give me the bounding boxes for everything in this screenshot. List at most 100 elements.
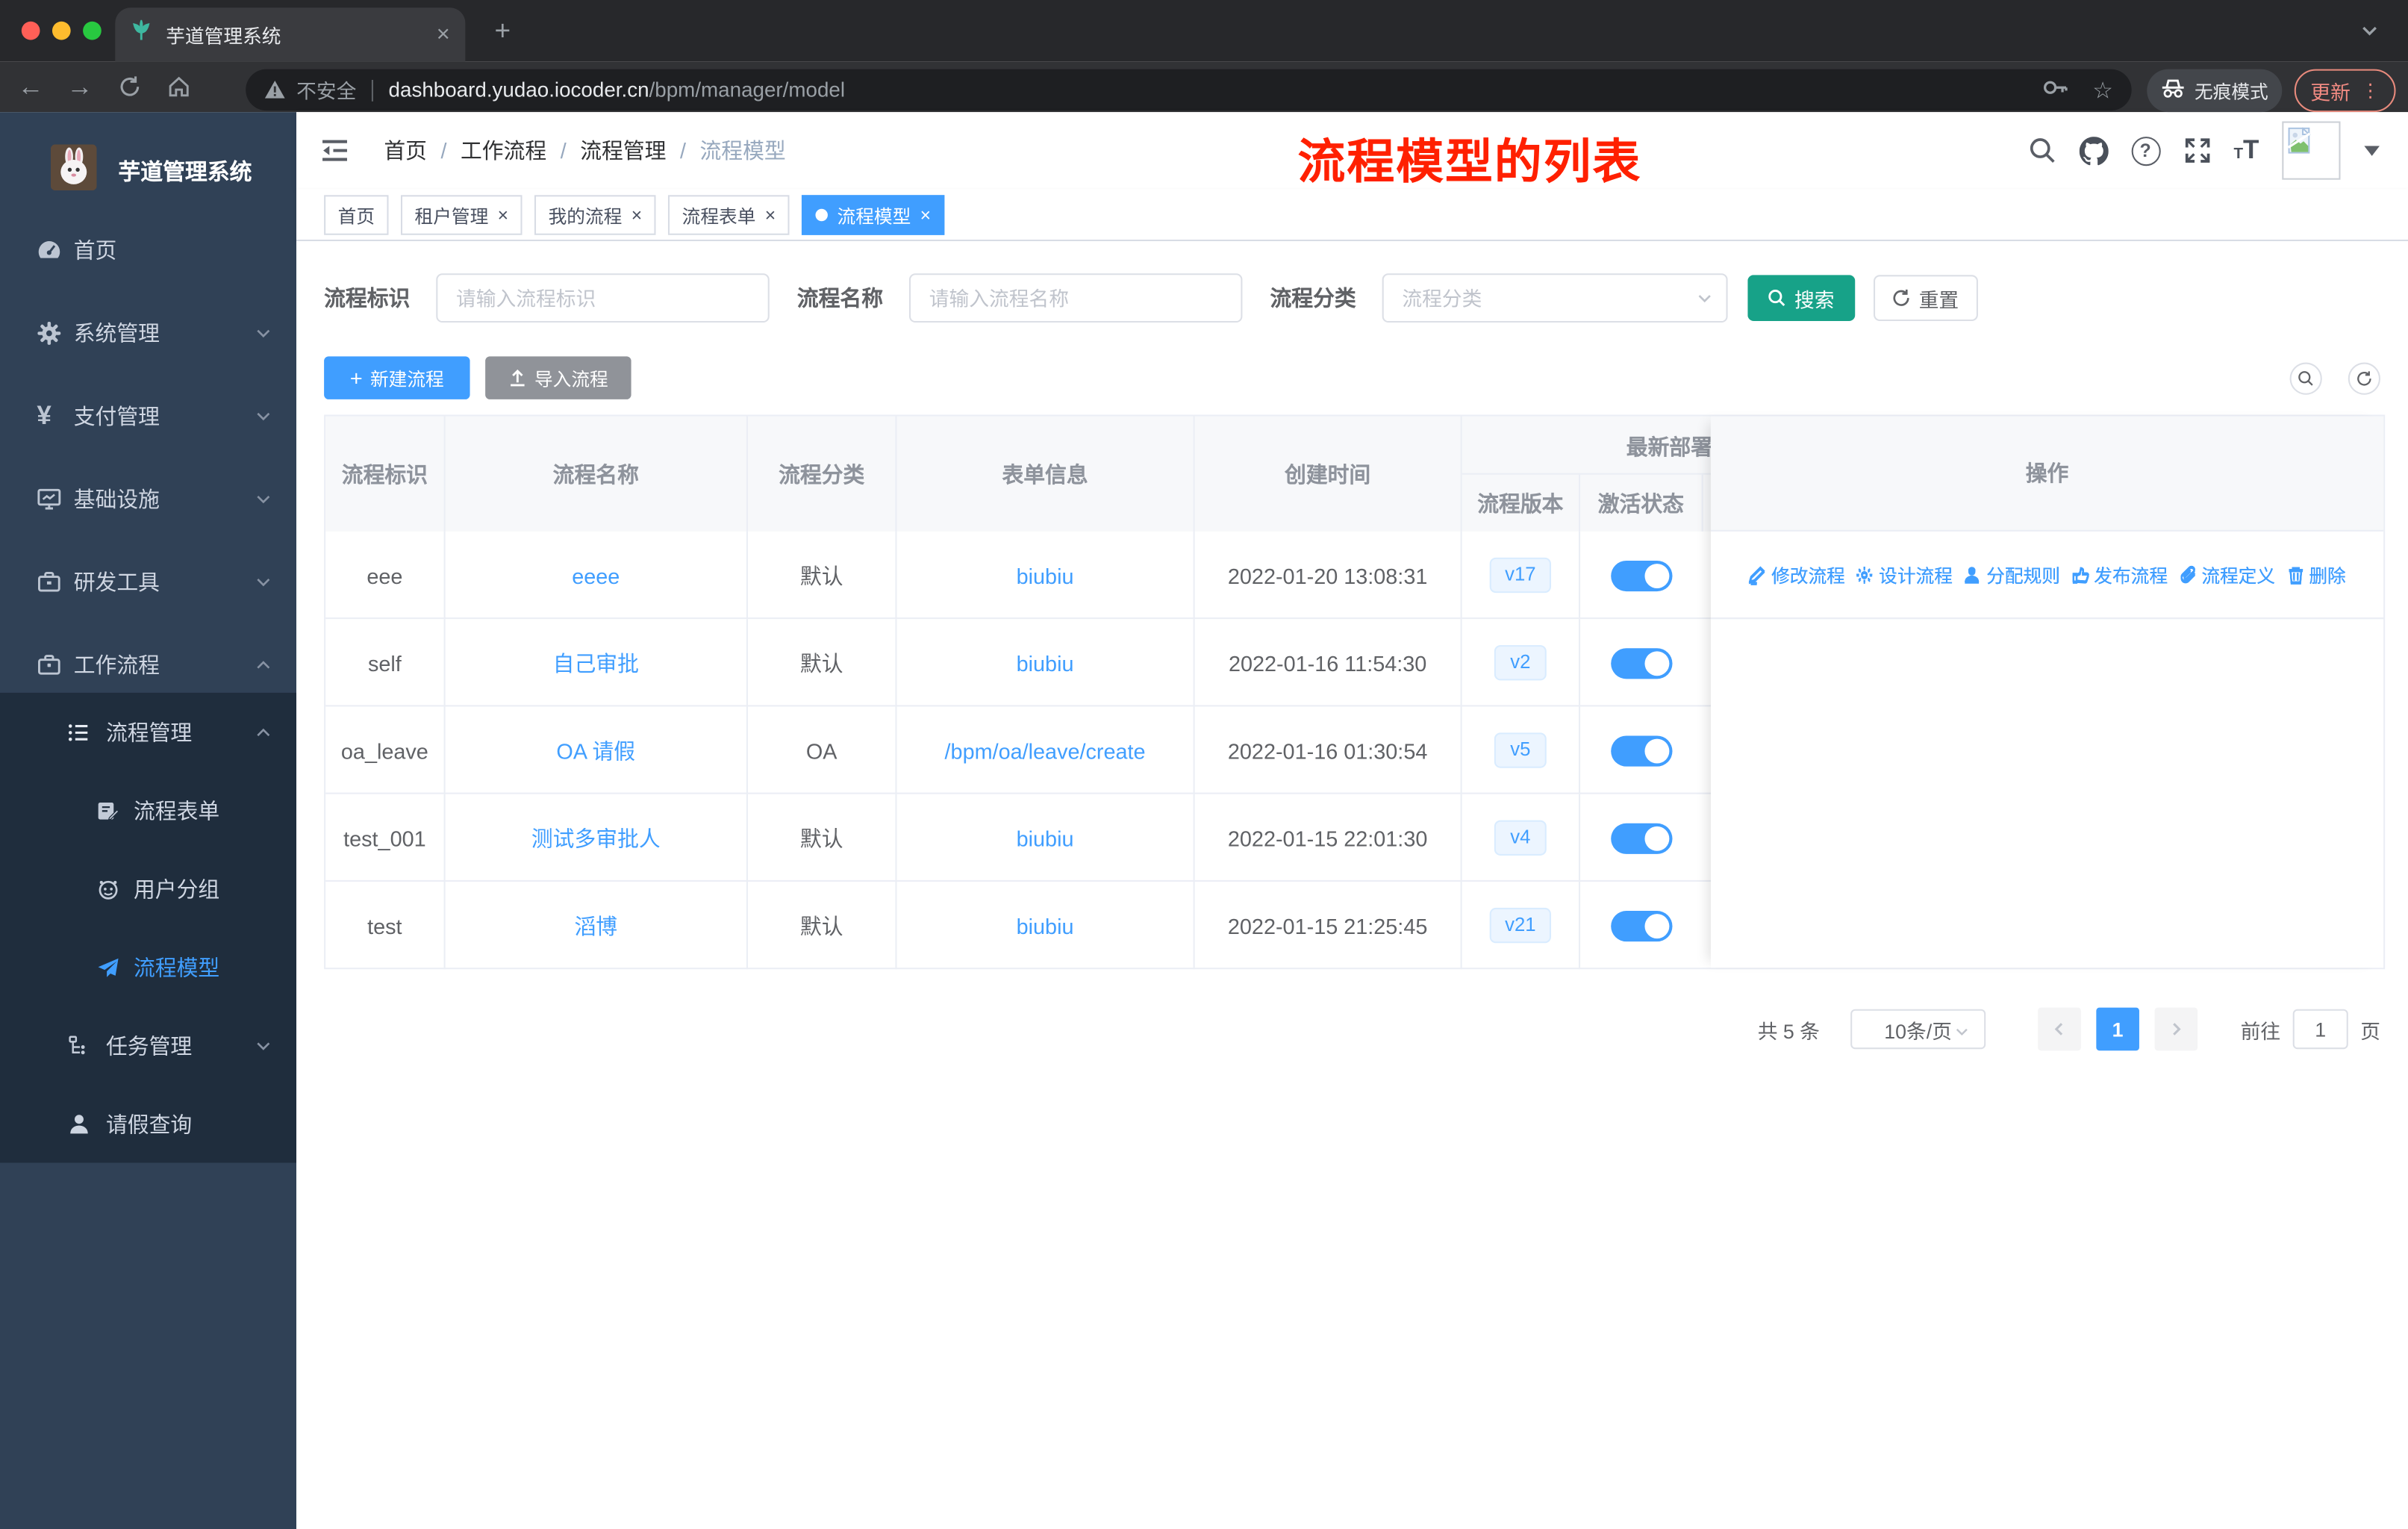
- reload-button[interactable]: [110, 61, 147, 112]
- active-toggle[interactable]: [1611, 647, 1673, 679]
- user-avatar[interactable]: [2282, 121, 2341, 180]
- active-toggle[interactable]: [1611, 735, 1673, 766]
- font-size-icon[interactable]: TT: [2233, 135, 2259, 166]
- active-toggle[interactable]: [1611, 559, 1673, 591]
- breadcrumb-home[interactable]: 首页: [384, 135, 427, 166]
- form-info-link[interactable]: /bpm/oa/leave/create: [945, 738, 1146, 763]
- page-size-select[interactable]: 10条/页: [1850, 1009, 1986, 1050]
- address-divider: [371, 78, 373, 101]
- close-icon[interactable]: ×: [920, 205, 931, 226]
- update-label[interactable]: 更新: [2310, 76, 2351, 105]
- form-info-link[interactable]: biubiu: [1017, 913, 1074, 938]
- sidebar-item-process-form[interactable]: 流程表单: [0, 771, 296, 850]
- tag-process-model[interactable]: 流程模型 ×: [802, 195, 945, 235]
- tag-my-process[interactable]: 我的流程 ×: [534, 195, 656, 235]
- sidebar-item-payment[interactable]: ¥ 支付管理: [0, 375, 296, 458]
- breadcrumb-workflow[interactable]: 工作流程: [461, 135, 546, 166]
- chevron-down-icon: [255, 491, 272, 508]
- fullscreen-icon[interactable]: [2183, 137, 2211, 164]
- sidebar-toggle-icon[interactable]: [319, 135, 350, 166]
- sidebar-item-leave-query[interactable]: 请假查询: [0, 1085, 296, 1163]
- forward-button[interactable]: →: [61, 61, 98, 112]
- process-name-input[interactable]: [908, 273, 1243, 323]
- tag-tenant[interactable]: 租户管理 ×: [401, 195, 523, 235]
- active-toggle[interactable]: [1611, 822, 1673, 853]
- sidebar-item-task-management[interactable]: 任务管理: [0, 1006, 296, 1085]
- sidebar-item-system[interactable]: 系统管理: [0, 292, 296, 375]
- process-definition-action[interactable]: 流程定义: [2178, 562, 2275, 588]
- version-badge[interactable]: v17: [1489, 558, 1552, 593]
- window-controls[interactable]: [21, 21, 102, 40]
- goto-page-input[interactable]: [2292, 1009, 2348, 1050]
- page-number-button[interactable]: 1: [2096, 1007, 2139, 1051]
- tab-close-icon[interactable]: ×: [437, 22, 450, 48]
- browser-menu-icon[interactable]: ⋮: [2361, 80, 2380, 102]
- process-name-link[interactable]: 测试多审批人: [531, 823, 661, 853]
- tab-search-chevron-icon[interactable]: [2359, 20, 2380, 49]
- show-search-toggle-button[interactable]: [2289, 361, 2322, 394]
- assign-rule-action[interactable]: 分配规则: [1963, 562, 2060, 588]
- design-process-action[interactable]: 设计流程: [1856, 562, 1953, 588]
- process-category-select[interactable]: [1382, 273, 1728, 323]
- sidebar-item-user-group[interactable]: 用户分组: [0, 850, 296, 928]
- bookmark-star-icon[interactable]: ☆: [2092, 76, 2113, 104]
- search-button[interactable]: 搜索: [1747, 275, 1856, 321]
- workflow-submenu: 流程管理 流程表单 用户分组 流程模型 任务管理 请假查询: [0, 692, 297, 1163]
- app-logo[interactable]: 芋道管理系统: [0, 126, 296, 209]
- active-toggle[interactable]: [1611, 910, 1673, 941]
- back-button[interactable]: ←: [12, 61, 49, 112]
- version-badge[interactable]: v21: [1489, 908, 1552, 943]
- delete-process-action[interactable]: 删除: [2286, 562, 2346, 588]
- help-icon[interactable]: ?: [2130, 136, 2160, 166]
- form-info-link[interactable]: biubiu: [1017, 563, 1074, 588]
- security-label[interactable]: 不安全: [296, 75, 356, 105]
- header-search-icon[interactable]: [2028, 137, 2056, 164]
- sidebar-item-process-management[interactable]: 流程管理: [0, 693, 296, 771]
- sidebar-item-devtools[interactable]: 研发工具: [0, 541, 296, 623]
- process-id-input[interactable]: [436, 273, 770, 323]
- minimize-window-button[interactable]: [52, 21, 71, 40]
- browser-update-button[interactable]: 更新 ⋮: [2294, 69, 2396, 113]
- version-badge[interactable]: v4: [1494, 820, 1546, 856]
- address-bar[interactable]: 不安全 dashboard.yudao.iocoder.cn/bpm/manag…: [246, 69, 2132, 111]
- publish-process-action[interactable]: 发布流程: [2071, 562, 2168, 588]
- logo-avatar: [50, 144, 97, 191]
- tag-process-form[interactable]: 流程表单 ×: [668, 195, 790, 235]
- goto-label: 前往: [2240, 1019, 2281, 1042]
- version-badge[interactable]: v2: [1494, 645, 1546, 680]
- close-window-button[interactable]: [21, 21, 40, 40]
- sidebar-item-process-model[interactable]: 流程模型: [0, 928, 296, 1006]
- close-icon[interactable]: ×: [631, 205, 642, 226]
- form-info-link[interactable]: biubiu: [1017, 826, 1074, 850]
- close-icon[interactable]: ×: [498, 205, 508, 226]
- github-icon[interactable]: [2078, 136, 2108, 165]
- sidebar-item-home[interactable]: 首页: [0, 209, 296, 292]
- tag-home[interactable]: 首页: [324, 195, 389, 235]
- new-tab-button[interactable]: +: [494, 17, 511, 45]
- breadcrumb-current: 流程模型: [699, 138, 786, 164]
- edit-process-action[interactable]: 修改流程: [1748, 562, 1845, 588]
- avatar-caret-down-icon[interactable]: [2363, 144, 2380, 156]
- form-info-link[interactable]: biubiu: [1017, 650, 1074, 675]
- password-key-icon[interactable]: [2042, 76, 2068, 104]
- close-icon[interactable]: ×: [765, 205, 776, 226]
- import-process-button[interactable]: 导入流程: [485, 356, 631, 399]
- security-warning-icon[interactable]: [264, 80, 286, 100]
- process-name-link[interactable]: 自己审批: [553, 647, 639, 678]
- home-button[interactable]: [160, 61, 196, 112]
- version-badge[interactable]: v5: [1494, 732, 1546, 768]
- maximize-window-button[interactable]: [83, 21, 102, 40]
- process-name-link[interactable]: OA 请假: [556, 735, 635, 765]
- url-host[interactable]: dashboard.yudao.iocoder.cn: [389, 78, 649, 102]
- browser-tab[interactable]: 芋道管理系统 ×: [115, 7, 466, 62]
- reset-button[interactable]: 重置: [1874, 275, 1978, 321]
- refresh-table-button[interactable]: [2348, 361, 2380, 394]
- breadcrumb-process-management[interactable]: 流程管理: [580, 135, 666, 166]
- process-name-link[interactable]: 滔博: [574, 910, 617, 941]
- prev-page-button[interactable]: [2038, 1007, 2081, 1051]
- create-process-button[interactable]: + 新建流程: [324, 356, 470, 399]
- sidebar-item-infrastructure[interactable]: 基础设施: [0, 458, 296, 541]
- next-page-button[interactable]: [2154, 1007, 2198, 1051]
- process-name-link[interactable]: eeee: [572, 563, 620, 588]
- url-path[interactable]: /bpm/manager/model: [649, 78, 845, 102]
